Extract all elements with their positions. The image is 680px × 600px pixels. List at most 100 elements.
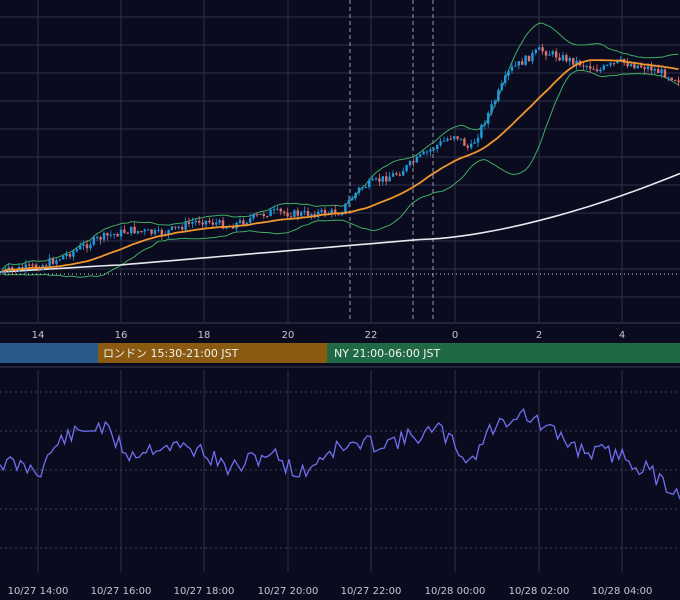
candle-body <box>361 187 364 189</box>
candle-body <box>524 55 527 65</box>
candle-body <box>293 210 296 217</box>
candle-body <box>198 220 201 223</box>
candle-body <box>653 69 656 71</box>
candle-body <box>106 232 109 236</box>
candle-body <box>201 222 204 225</box>
candle-body <box>279 208 282 212</box>
candle-body <box>347 200 350 204</box>
candle-body <box>249 218 252 223</box>
candle-body <box>585 66 588 68</box>
x-tick-label: 14 <box>32 330 45 341</box>
x-tick-label: 22 <box>365 330 378 341</box>
candle-body <box>541 47 544 52</box>
candle-body <box>92 237 95 245</box>
candle-body <box>626 62 629 67</box>
candle-body <box>354 192 357 199</box>
candle-body <box>143 229 146 232</box>
candle-body <box>351 198 354 201</box>
candle-body <box>320 209 323 212</box>
x-tick-label: 10/28 04:00 <box>592 586 653 597</box>
session-bar: ロンドン 15:30-21:00 JST NY 21:00-06:00 JST <box>0 343 680 363</box>
candle-body <box>589 66 592 69</box>
candle-body <box>31 264 34 266</box>
candle-body <box>286 212 289 217</box>
candle-body <box>218 220 221 223</box>
candle-body <box>609 63 612 66</box>
candle-body <box>82 244 85 246</box>
x-tick-label: 18 <box>198 330 211 341</box>
candle-body <box>453 136 456 139</box>
candle-body <box>170 226 174 230</box>
candle-body <box>480 125 483 138</box>
candle-body <box>456 136 459 139</box>
candle-body <box>102 232 106 240</box>
x-tick-label: 10/28 02:00 <box>509 586 570 597</box>
candle-body <box>429 149 432 152</box>
candle-body <box>466 145 469 148</box>
oscillator-line <box>0 407 680 500</box>
candle-body <box>398 174 401 176</box>
chart-root: 14 16 18 20 22 0 2 4 ロンドン 15:30-21:00 JS… <box>0 0 680 600</box>
candle-body <box>272 209 276 211</box>
x-tick-label: 0 <box>452 330 458 341</box>
candle-body <box>337 214 340 216</box>
candle-body <box>65 253 68 257</box>
candle-body <box>177 226 180 228</box>
candle-body <box>636 65 639 69</box>
candle-body <box>51 258 55 264</box>
candle-body <box>133 226 136 234</box>
candle-body <box>160 229 163 236</box>
candle-body <box>303 211 306 213</box>
candle-body <box>412 161 415 163</box>
candle-body <box>473 142 476 144</box>
candle-body <box>391 173 395 177</box>
candle-body <box>130 226 133 234</box>
candle-body <box>650 66 653 71</box>
bollinger-upper-line <box>1 22 679 270</box>
price-grid <box>0 0 680 324</box>
candle-body <box>119 229 123 237</box>
candle-body <box>521 61 524 65</box>
candle-body <box>157 229 160 231</box>
candle-body <box>490 104 493 113</box>
candle-body <box>483 123 486 126</box>
candle-body <box>174 226 177 228</box>
candle-body <box>606 65 609 67</box>
candle-body <box>402 171 405 176</box>
candle-body <box>538 47 541 50</box>
candle-body <box>602 65 605 70</box>
candle-body <box>276 208 279 210</box>
candle-body <box>439 141 442 146</box>
candle-body <box>385 176 388 182</box>
candle-body <box>147 229 150 231</box>
x-tick-label: 16 <box>115 330 128 341</box>
candle-body <box>150 229 153 234</box>
candle-body <box>79 245 82 250</box>
candle-body <box>283 211 286 213</box>
candle-body <box>565 55 568 62</box>
candle-body <box>238 220 242 223</box>
candle-body <box>674 80 677 82</box>
candle-body <box>208 220 211 223</box>
candle-body <box>75 249 78 252</box>
candle-body <box>368 180 371 187</box>
short-moving-average-line <box>1 59 679 273</box>
candle-body <box>306 211 310 216</box>
candle-body <box>425 151 429 153</box>
candle-body <box>153 230 157 234</box>
candle-body <box>646 66 650 70</box>
candle-body <box>408 161 412 166</box>
candle-body <box>507 70 510 76</box>
session-tokyo-band <box>0 343 98 363</box>
candle-body <box>136 231 140 234</box>
candle-body <box>419 154 422 157</box>
candle-body <box>113 233 116 235</box>
candle-body <box>643 67 646 70</box>
candle-body <box>194 220 197 223</box>
x-tick-label: 20 <box>282 330 295 341</box>
candle-body <box>269 209 272 217</box>
candle-body <box>89 244 92 249</box>
candle-body <box>300 212 303 216</box>
candle-body <box>568 57 571 62</box>
candle-body <box>55 260 58 264</box>
